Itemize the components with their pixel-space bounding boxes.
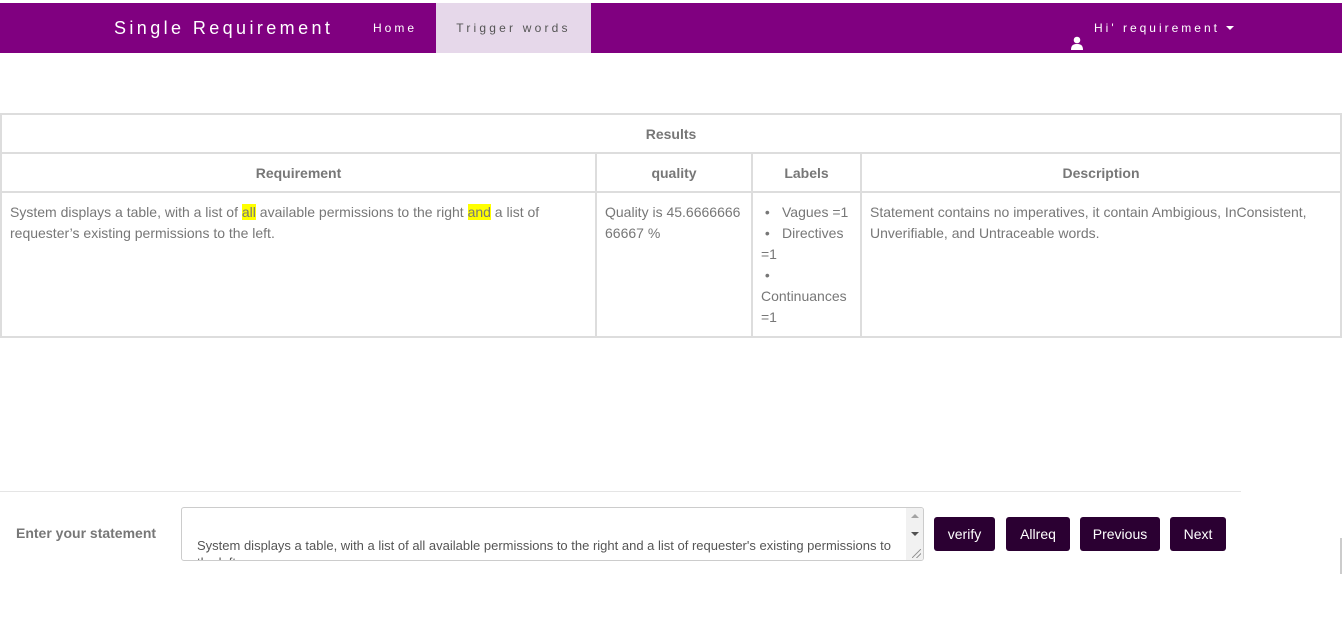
- verify-button[interactable]: verify: [934, 517, 995, 551]
- label-continuances: Continuances =1: [761, 288, 847, 325]
- user-icon: [1070, 21, 1084, 50]
- scroll-down-icon[interactable]: [911, 532, 919, 536]
- requirement-cell: System displays a table, with a list of …: [0, 191, 597, 338]
- results-title: Results: [0, 113, 1342, 154]
- requirement-text: System displays a table, with a list of: [10, 204, 242, 220]
- requirement-text: available permissions to the right: [255, 204, 468, 220]
- column-header-quality: quality: [595, 152, 753, 193]
- brand-title[interactable]: Single Requirement: [114, 3, 333, 53]
- scroll-up-icon[interactable]: [911, 514, 919, 518]
- quality-cell: Quality is 45.666666666667 %: [595, 191, 753, 338]
- description-text: Statement contains no imperatives, it co…: [870, 204, 1307, 241]
- trigger-word-highlight: and: [467, 204, 491, 220]
- top-navbar: Single Requirement Home Trigger words Hi…: [0, 3, 1342, 53]
- trigger-word-highlight: all: [241, 204, 256, 220]
- nav-home[interactable]: Home: [373, 3, 417, 53]
- list-item: • Vagues =1: [761, 204, 849, 220]
- statement-value[interactable]: System displays a table, with a list of …: [197, 537, 897, 560]
- quality-value: Quality is 45.666666666667 %: [605, 204, 741, 241]
- results-table: Results Requirement quality Labels Descr…: [0, 113, 1342, 338]
- divider: [0, 491, 1241, 492]
- user-greeting: Hi' requirement: [1094, 21, 1220, 35]
- label-vagues: Vagues =1: [782, 204, 849, 220]
- labels-list: • Vagues =1 • Directives =1 •Continuances …: [761, 202, 852, 328]
- statement-label: Enter your statement: [16, 525, 157, 541]
- labels-cell: • Vagues =1 • Directives =1 •Continuances …: [751, 191, 862, 338]
- table-row: System displays a table, with a list of …: [0, 191, 1342, 338]
- column-header-description: Description: [860, 152, 1342, 193]
- column-header-labels: Labels: [751, 152, 862, 193]
- list-item: • Directives =1: [761, 225, 844, 262]
- next-button[interactable]: Next: [1170, 517, 1226, 551]
- resize-handle-icon[interactable]: [912, 549, 921, 558]
- chevron-down-icon: [1226, 26, 1234, 30]
- description-cell: Statement contains no imperatives, it co…: [860, 191, 1342, 338]
- list-item: •Continuances =1: [761, 267, 847, 325]
- column-header-requirement: Requirement: [0, 152, 597, 193]
- statement-textarea[interactable]: System displays a table, with a list of …: [181, 507, 924, 561]
- allreq-button[interactable]: Allreq: [1006, 517, 1070, 551]
- user-menu[interactable]: Hi' requirement: [1070, 3, 1234, 53]
- nav-trigger-words[interactable]: Trigger words: [436, 3, 591, 53]
- previous-button[interactable]: Previous: [1080, 517, 1160, 551]
